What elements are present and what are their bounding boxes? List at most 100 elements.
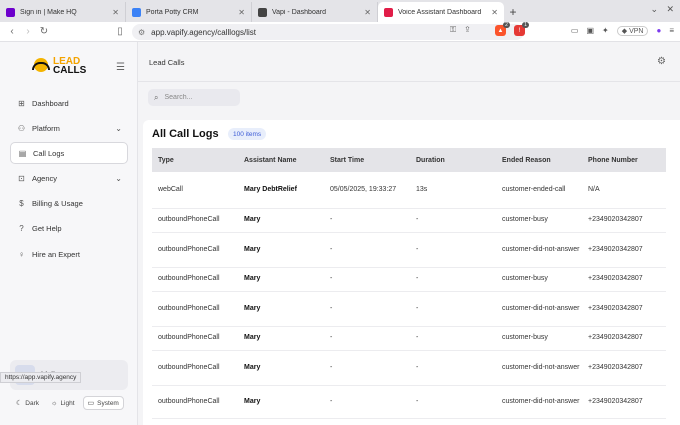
alert-icon[interactable]: ! 1 [513, 22, 529, 36]
browser-tab[interactable]: Voice Assistant Dashboard ✕ [378, 2, 504, 22]
sidebar-item-agency[interactable]: ⊡ Agency ⌄ [10, 168, 128, 190]
theme-light-button[interactable]: ☼ Light [47, 396, 79, 410]
table-row[interactable]: outboundPhoneCall Mary - - customer-did-not-… [152, 350, 666, 385]
table-cell: Mary [244, 334, 261, 341]
column-header[interactable]: Assistant Name [238, 148, 324, 172]
table-cell: customer-did-not-answer [502, 245, 580, 253]
make-logo-icon [6, 7, 15, 17]
table-cell: 13s [416, 185, 428, 193]
call-logs-title: All Call Logs [152, 128, 219, 140]
table-cell: outboundPhoneCall [158, 304, 220, 312]
sidebar-menu: ⊞ Dashboard ⚇ Platform ⌄ ▤ Call Logs ⊡ Agency ⌄ $ B… [10, 92, 128, 268]
theme-dark-button[interactable]: ☾ Dark [12, 396, 43, 410]
forward-icon[interactable]: › [20, 26, 36, 37]
close-tab-icon[interactable]: ✕ [238, 8, 245, 17]
column-header[interactable]: Type [152, 148, 238, 172]
table-cell: customer-busy [502, 216, 548, 223]
column-header[interactable]: Start Time [324, 148, 410, 172]
table-row[interactable]: outboundPhoneCall Mary - - customer-did-not-… [152, 232, 666, 267]
sidebar-item-label: Get Help [32, 224, 62, 234]
table-cell: webCall [158, 185, 183, 193]
wallet-icon[interactable]: ▣ [586, 26, 594, 35]
vpn-button[interactable]: ◆ VPN [616, 25, 649, 36]
brand-line2: CALLS [53, 65, 87, 76]
close-tab-icon[interactable]: ✕ [112, 8, 119, 17]
theme-light-label: Light [60, 399, 75, 407]
table-row[interactable]: outboundPhoneCall Mary - - customer-did-not-… [152, 385, 666, 418]
ai-sparkle-icon[interactable]: ✦ [602, 26, 609, 35]
table-cell: Mary [244, 275, 261, 282]
share-icon[interactable]: ⇪ [464, 25, 471, 35]
alert-count: 1 [522, 22, 529, 28]
agency-icon: ⊡ [18, 174, 25, 184]
bookmark-icon[interactable]: ▯ [112, 26, 128, 37]
tab-list-icon[interactable]: ⌄ [650, 4, 658, 15]
table-row[interactable]: webCall Mary DebtRelief 05/05/2025, 19:33:… [152, 172, 666, 208]
back-icon[interactable]: ‹ [4, 26, 20, 37]
column-header[interactable]: Phone Number [582, 148, 666, 172]
tab-label: Vapi - Dashboard [272, 8, 326, 16]
table-cell: +2349020342807 [588, 304, 643, 312]
browser-tab[interactable]: Porta Potty CRM ✕ [126, 2, 252, 22]
search-input[interactable] [164, 94, 235, 101]
menu-icon[interactable]: ≡ [669, 26, 674, 35]
sidebar-item-label: Dashboard [32, 98, 69, 108]
sidebar-item-label: Call Logs [33, 148, 65, 158]
url-actions: ⚿ ⇪ [450, 25, 471, 35]
browser-tab[interactable]: Sign in | Make HQ ✕ [0, 2, 126, 22]
table-cell: - [330, 363, 333, 371]
sidebar-item-dashboard[interactable]: ⊞ Dashboard [10, 92, 128, 114]
collapse-sidebar-icon[interactable]: ☰ [116, 62, 125, 73]
chevron-down-icon[interactable]: ⌄ [115, 124, 122, 133]
sidebar-item-call-logs[interactable]: ▤ Call Logs [10, 142, 128, 165]
column-header[interactable]: Duration [410, 148, 496, 172]
sidebar-item-label: Hire an Expert [32, 249, 80, 259]
table-cell: - [330, 334, 333, 341]
table-cell: outboundPhoneCall [158, 397, 220, 405]
table-cell: customer-busy [502, 334, 548, 341]
table-row[interactable]: outboundPhoneCall Mary - - customer-busy +234… [152, 326, 666, 350]
profile-icon[interactable]: ● [656, 26, 661, 35]
table-cell: +2349020342807 [588, 397, 643, 405]
settings-gear-icon[interactable]: ⚙ [657, 56, 666, 67]
chevron-down-icon[interactable]: ⌄ [115, 174, 122, 183]
brave-shield-icon[interactable]: ▲ 2 [494, 22, 510, 36]
target-icon [384, 7, 393, 17]
platform-icon: ⚇ [17, 123, 26, 133]
table-cell: - [416, 334, 419, 341]
sidebar-toggle-icon[interactable]: ▭ [571, 26, 579, 35]
sun-icon: ☼ [51, 399, 58, 407]
table-row[interactable]: outboundPhoneCall Mary - - customer-busy +234… [152, 208, 666, 232]
theme-switcher: ☾ Dark ☼ Light ▭ System [12, 396, 124, 410]
sidebar-item-hire-an-expert[interactable]: ♀ Hire an Expert [10, 243, 128, 265]
new-tab-button[interactable]: + [504, 2, 522, 22]
brand-logo[interactable]: LEAD CALLS [32, 56, 86, 76]
table-cell: - [416, 363, 419, 371]
tab-strip: Sign in | Make HQ ✕ Porta Potty CRM ✕ Vapi -… [0, 2, 504, 22]
close-tab-icon[interactable]: ✕ [364, 8, 371, 17]
reload-icon[interactable]: ↻ [36, 26, 52, 37]
close-window-icon[interactable]: ✕ [666, 4, 674, 15]
theme-dark-label: Dark [25, 399, 40, 407]
globe-icon [258, 7, 267, 17]
table-row[interactable]: outboundPhoneCall Mary - - customer-did-not-… [152, 291, 666, 326]
table-cell: customer-did-not-answer [502, 363, 580, 371]
table-cell: - [330, 275, 333, 282]
close-tab-icon[interactable]: ✕ [491, 8, 498, 17]
sidebar-item-billing-usage[interactable]: $ Billing & Usage [10, 193, 128, 215]
site-settings-icon[interactable]: ⚙ [138, 28, 145, 37]
column-header[interactable]: Ended Reason [496, 148, 582, 172]
browser-tab[interactable]: Vapi - Dashboard ✕ [252, 2, 378, 22]
search-box[interactable]: ⌕ [148, 89, 240, 106]
theme-system-button[interactable]: ▭ System [82, 396, 124, 410]
sidebar-item-get-help[interactable]: ? Get Help [10, 218, 128, 240]
table-cell: +2349020342807 [588, 245, 643, 253]
table-cell: +2349020342807 [588, 216, 643, 223]
table-cell: - [416, 245, 419, 253]
page-header: Lead Calls ⚙ [138, 42, 680, 82]
table-header-row: Type Assistant Name Start Time Duration Ende… [152, 148, 666, 172]
table-row[interactable]: outboundPhoneCall Mary - - customer-busy +234… [152, 267, 666, 291]
sidebar-item-platform[interactable]: ⚇ Platform ⌄ [10, 117, 128, 139]
key-icon[interactable]: ⚿ [450, 25, 456, 35]
browser-right-controls: ▲ 2 ! 1 ▭ ▣ ✦ ◆ VPN ● ≡ [494, 22, 674, 36]
